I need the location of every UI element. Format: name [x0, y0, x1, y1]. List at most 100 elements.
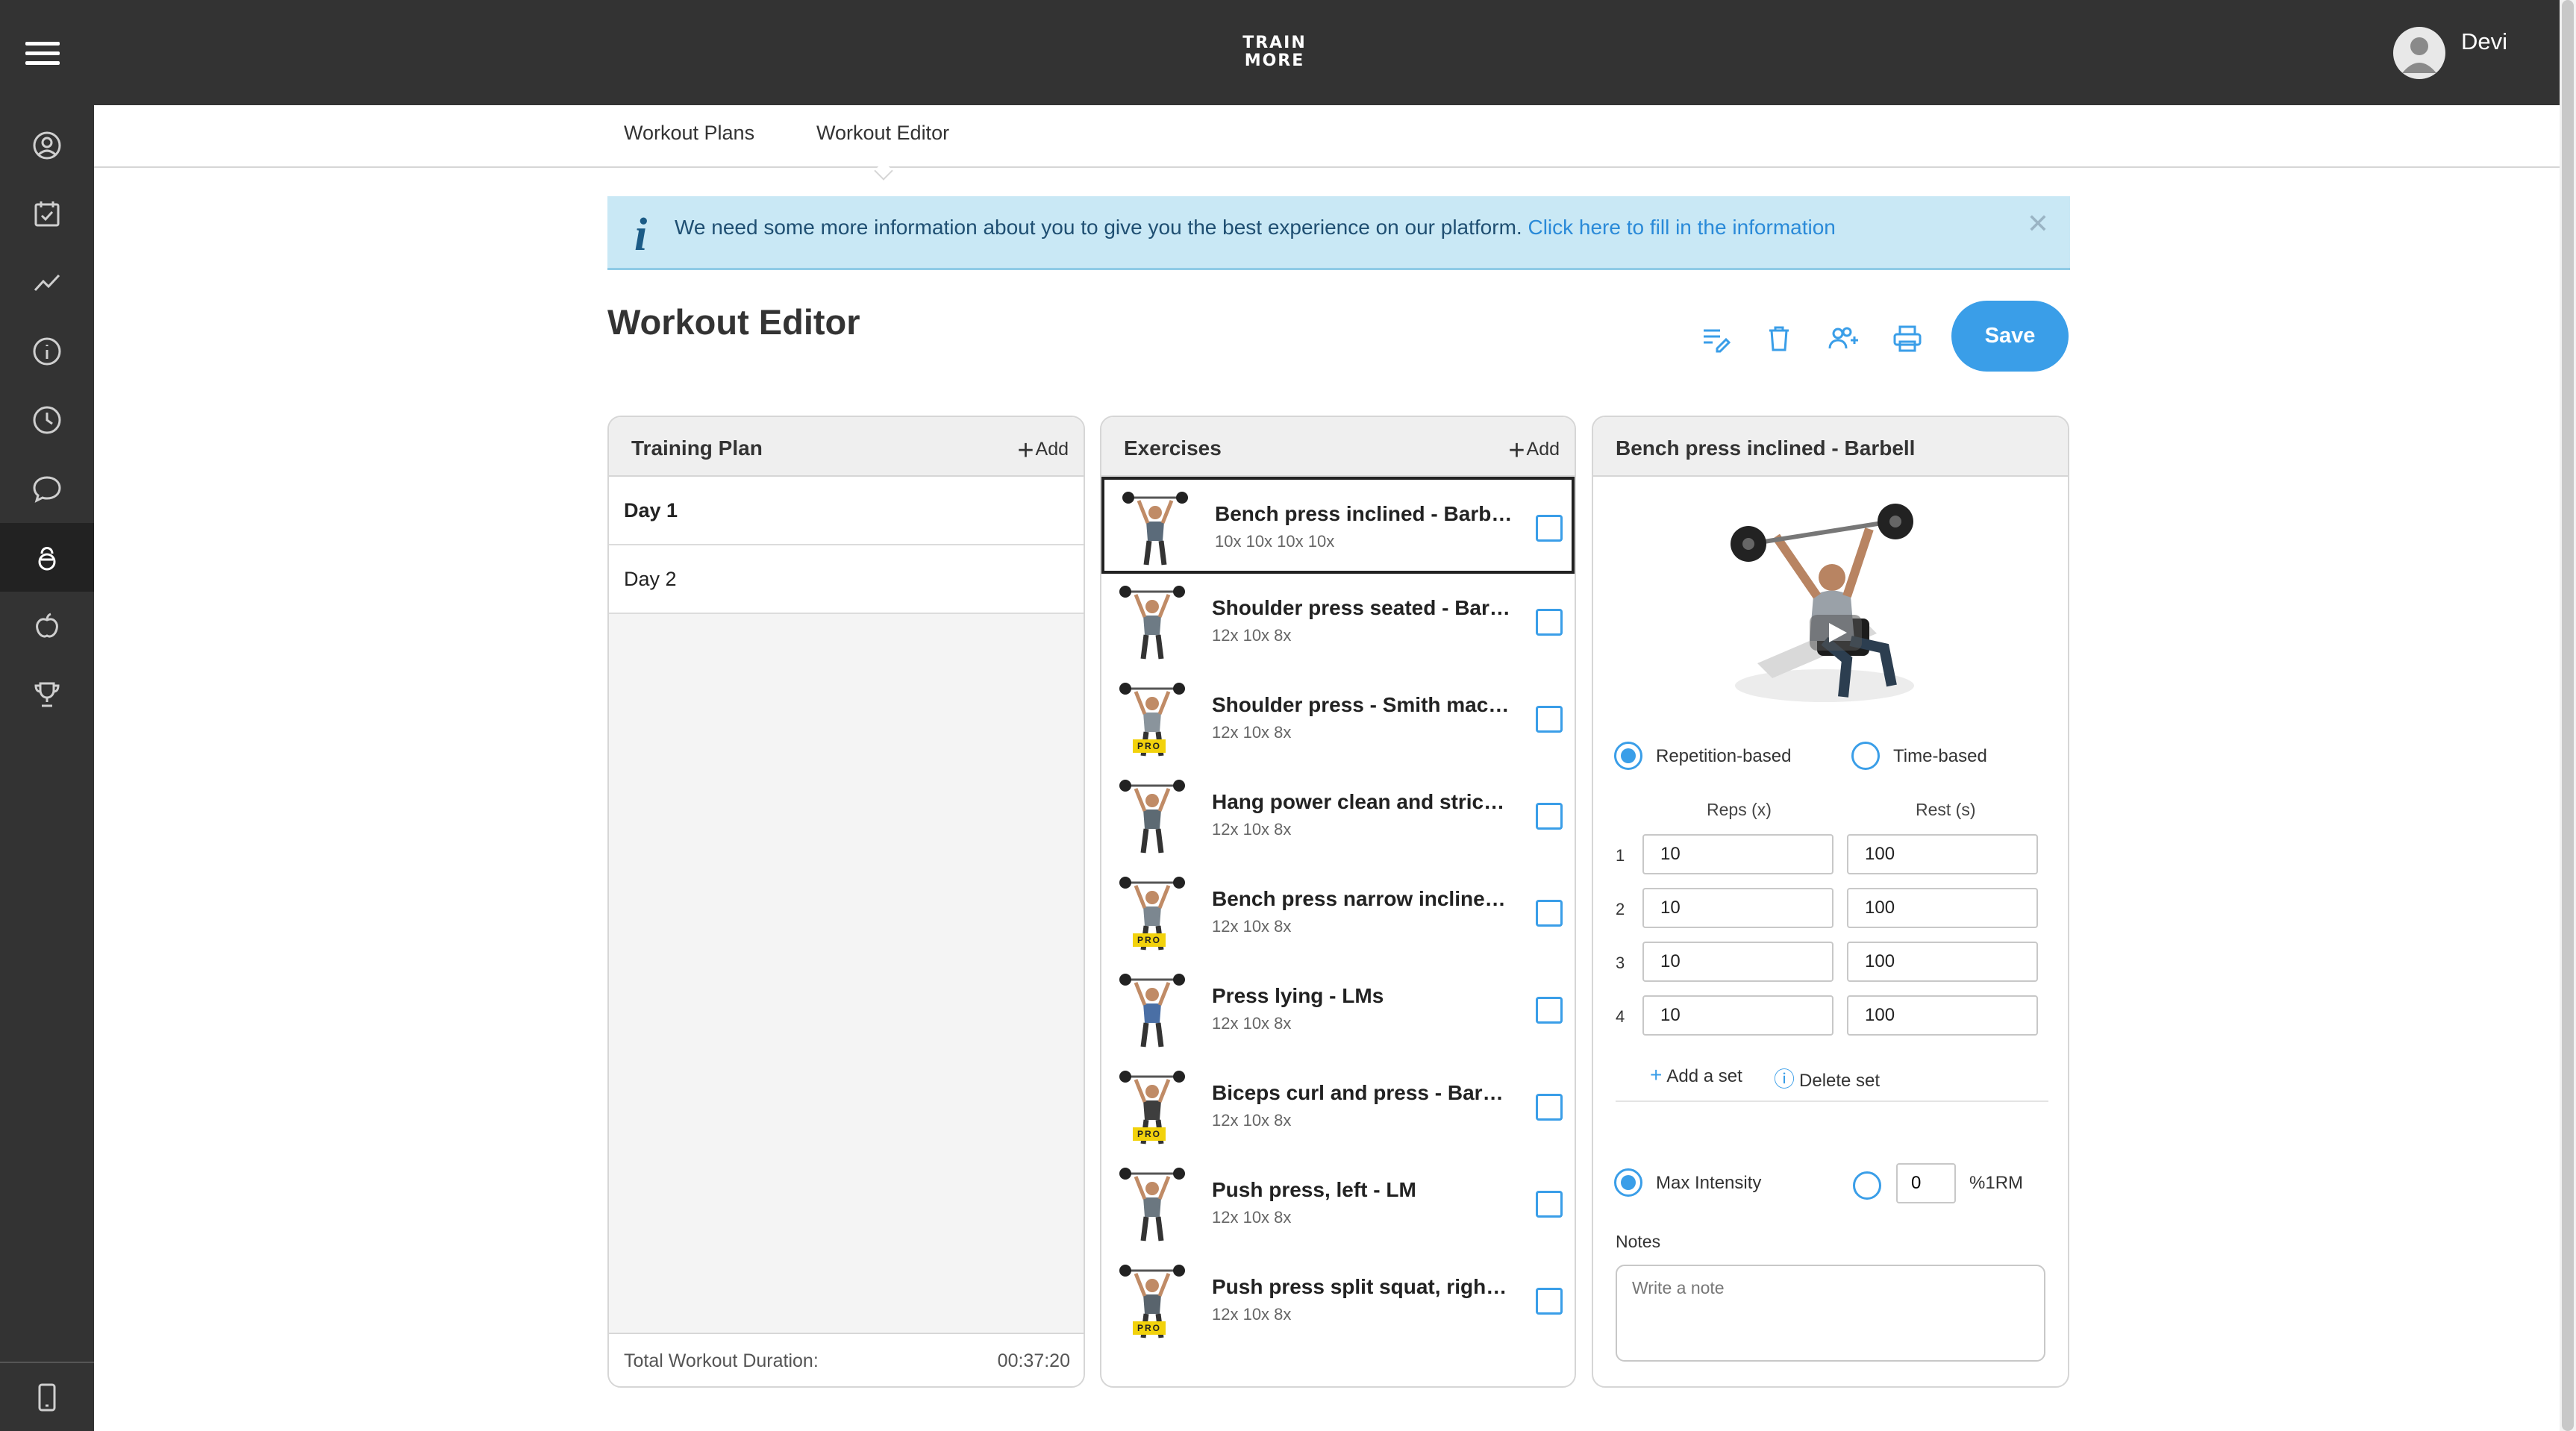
total-duration-label: Total Workout Duration: — [624, 1350, 819, 1371]
sidebar-item-achievements[interactable] — [0, 660, 94, 729]
tab-workout-editor[interactable]: Workout Editor — [816, 122, 949, 145]
logo-line-2: MORE — [1244, 51, 1305, 70]
repetition-based-radio[interactable] — [1614, 742, 1642, 770]
day-label: Day 1 — [624, 499, 678, 522]
exercise-checkbox[interactable] — [1536, 1191, 1563, 1218]
sidebar-item-history[interactable] — [0, 386, 94, 454]
app-logo[interactable]: TRAIN MORE — [1239, 34, 1310, 73]
exercise-sets: 10x 10x 10x 10x — [1215, 532, 1335, 551]
pro-badge: PRO — [1133, 1127, 1166, 1141]
add-day-button[interactable]: +Add — [1017, 435, 1069, 467]
exercise-video-thumbnail[interactable] — [1713, 499, 1936, 723]
exercise-name: Shoulder press seated - Barbell — [1212, 596, 1510, 619]
delete-set-button[interactable]: ⓘ Delete set — [1774, 1063, 1880, 1093]
exercise-list-item[interactable]: PRO Push press split squat, right - ... 12… — [1101, 1253, 1575, 1350]
print-button[interactable] — [1888, 319, 1927, 358]
info-circle-icon — [33, 337, 61, 366]
reps-column-header: Reps (x) — [1707, 800, 1772, 819]
banner-link[interactable]: Click here to fill in the information — [1528, 216, 1835, 239]
exercise-list-item[interactable]: PRO Bench press narrow incline - ... 12x 1… — [1101, 865, 1575, 962]
share-users-button[interactable] — [1824, 319, 1863, 358]
exercise-name: Hang power clean and strict ... — [1212, 790, 1510, 813]
day-item[interactable]: Day 2 — [609, 545, 1084, 614]
exercise-list-item[interactable]: Hang power clean and strict ... 12x 10x 8… — [1101, 768, 1575, 865]
user-name[interactable]: Devi — [2461, 28, 2507, 55]
max-intensity-radio[interactable] — [1614, 1168, 1642, 1197]
exercise-list-item[interactable]: Bench press inclined - Barbell 10x 10x 10… — [1101, 477, 1575, 574]
sidebar-item-messages[interactable] — [0, 454, 94, 523]
delete-set-label: Delete set — [1799, 1071, 1881, 1091]
exercises-header: Exercises +Add — [1101, 417, 1575, 477]
day-item[interactable]: Day 1 — [609, 477, 1084, 545]
detail-title: Bench press inclined - Barbell — [1616, 436, 1916, 460]
exercise-name: Push press, left - LM — [1212, 1178, 1416, 1201]
exercise-list-item[interactable]: Shoulder press seated - Barbell 12x 10x 8… — [1101, 574, 1575, 671]
page-scrollbar[interactable] — [2562, 0, 2574, 1431]
calendar-check-icon — [34, 201, 60, 227]
rest-input[interactable] — [1847, 888, 2038, 928]
percent-1rm-label: %1RM — [1969, 1173, 2024, 1193]
add-set-button[interactable]: + Add a set — [1650, 1063, 1742, 1087]
time-based-label: Time-based — [1893, 746, 1987, 766]
close-icon[interactable]: ✕ — [2027, 208, 2049, 239]
exercise-thumbnail — [1118, 487, 1192, 569]
info-banner: i We need some more information about yo… — [607, 196, 2070, 270]
reps-input[interactable] — [1642, 834, 1833, 874]
exercise-list-item[interactable]: PRO Shoulder press - Smith machi... 12x 10… — [1101, 671, 1575, 768]
exercise-checkbox[interactable] — [1536, 1288, 1563, 1315]
sidebar-item-calendar[interactable] — [0, 180, 94, 248]
edit-list-button[interactable] — [1697, 319, 1736, 358]
sidebar-item-progress[interactable] — [0, 248, 94, 317]
exercise-sets: 12x 10x 8x — [1212, 1305, 1292, 1324]
notes-textarea[interactable] — [1616, 1265, 2045, 1362]
exercise-sets: 12x 10x 8x — [1212, 626, 1292, 645]
sidebar-item-mobile-app[interactable] — [0, 1363, 94, 1431]
sidebar-item-profile[interactable] — [0, 111, 94, 180]
exercise-thumbnail — [1115, 969, 1189, 1051]
sidebar-item-nutrition[interactable] — [0, 592, 94, 660]
training-plan-footer: Total Workout Duration: 00:37:20 — [609, 1333, 1084, 1386]
tab-workout-plans[interactable]: Workout Plans — [624, 122, 754, 145]
rest-input[interactable] — [1847, 942, 2038, 982]
exercise-checkbox[interactable] — [1536, 803, 1563, 830]
exercise-checkbox[interactable] — [1536, 900, 1563, 927]
rest-input[interactable] — [1847, 834, 2038, 874]
set-number: 3 — [1616, 954, 1625, 972]
reps-input[interactable] — [1642, 888, 1833, 928]
set-number: 1 — [1616, 846, 1625, 865]
add-exercise-button[interactable]: +Add — [1508, 435, 1560, 467]
save-button[interactable]: Save — [1951, 301, 2069, 372]
sidebar-item-info[interactable] — [0, 317, 94, 386]
avatar[interactable] — [2393, 27, 2445, 79]
exercise-list-item[interactable]: PRO Biceps curl and press - Barbell 12x 10… — [1101, 1059, 1575, 1156]
trophy-icon — [34, 682, 60, 707]
exercise-checkbox[interactable] — [1536, 609, 1563, 636]
apple-icon — [36, 613, 58, 638]
rest-input[interactable] — [1847, 995, 2038, 1036]
mobile-phone-icon — [38, 1383, 56, 1412]
exercise-checkbox[interactable] — [1536, 1094, 1563, 1121]
exercise-list-item[interactable]: Press lying - LMs 12x 10x 8x — [1101, 962, 1575, 1059]
reps-input[interactable] — [1642, 942, 1833, 982]
exercise-checkbox[interactable] — [1536, 706, 1563, 733]
set-number: 2 — [1616, 900, 1625, 918]
time-based-radio[interactable] — [1851, 742, 1880, 770]
exercises-title: Exercises — [1124, 436, 1222, 460]
exercise-checkbox[interactable] — [1536, 515, 1563, 542]
clock-icon — [33, 406, 61, 434]
sidebar-item-workouts[interactable] — [0, 523, 94, 592]
plus-icon: + — [1650, 1063, 1663, 1086]
hamburger-menu-icon[interactable] — [25, 42, 60, 65]
exercise-list-item[interactable]: Push press, left - LM 12x 10x 8x — [1101, 1156, 1575, 1253]
percent-1rm-input[interactable] — [1896, 1163, 1956, 1203]
set-number: 4 — [1616, 1007, 1625, 1026]
trend-line-icon — [34, 274, 60, 292]
exercise-checkbox[interactable] — [1536, 997, 1563, 1024]
percent-1rm-radio[interactable] — [1853, 1171, 1881, 1200]
kettlebell-icon — [38, 547, 56, 571]
logo-line-1: TRAIN — [1242, 34, 1307, 52]
training-plan-empty-area — [609, 614, 1084, 1332]
delete-button[interactable] — [1760, 319, 1798, 358]
reps-input[interactable] — [1642, 995, 1833, 1036]
add-exercise-label: Add — [1526, 439, 1560, 460]
